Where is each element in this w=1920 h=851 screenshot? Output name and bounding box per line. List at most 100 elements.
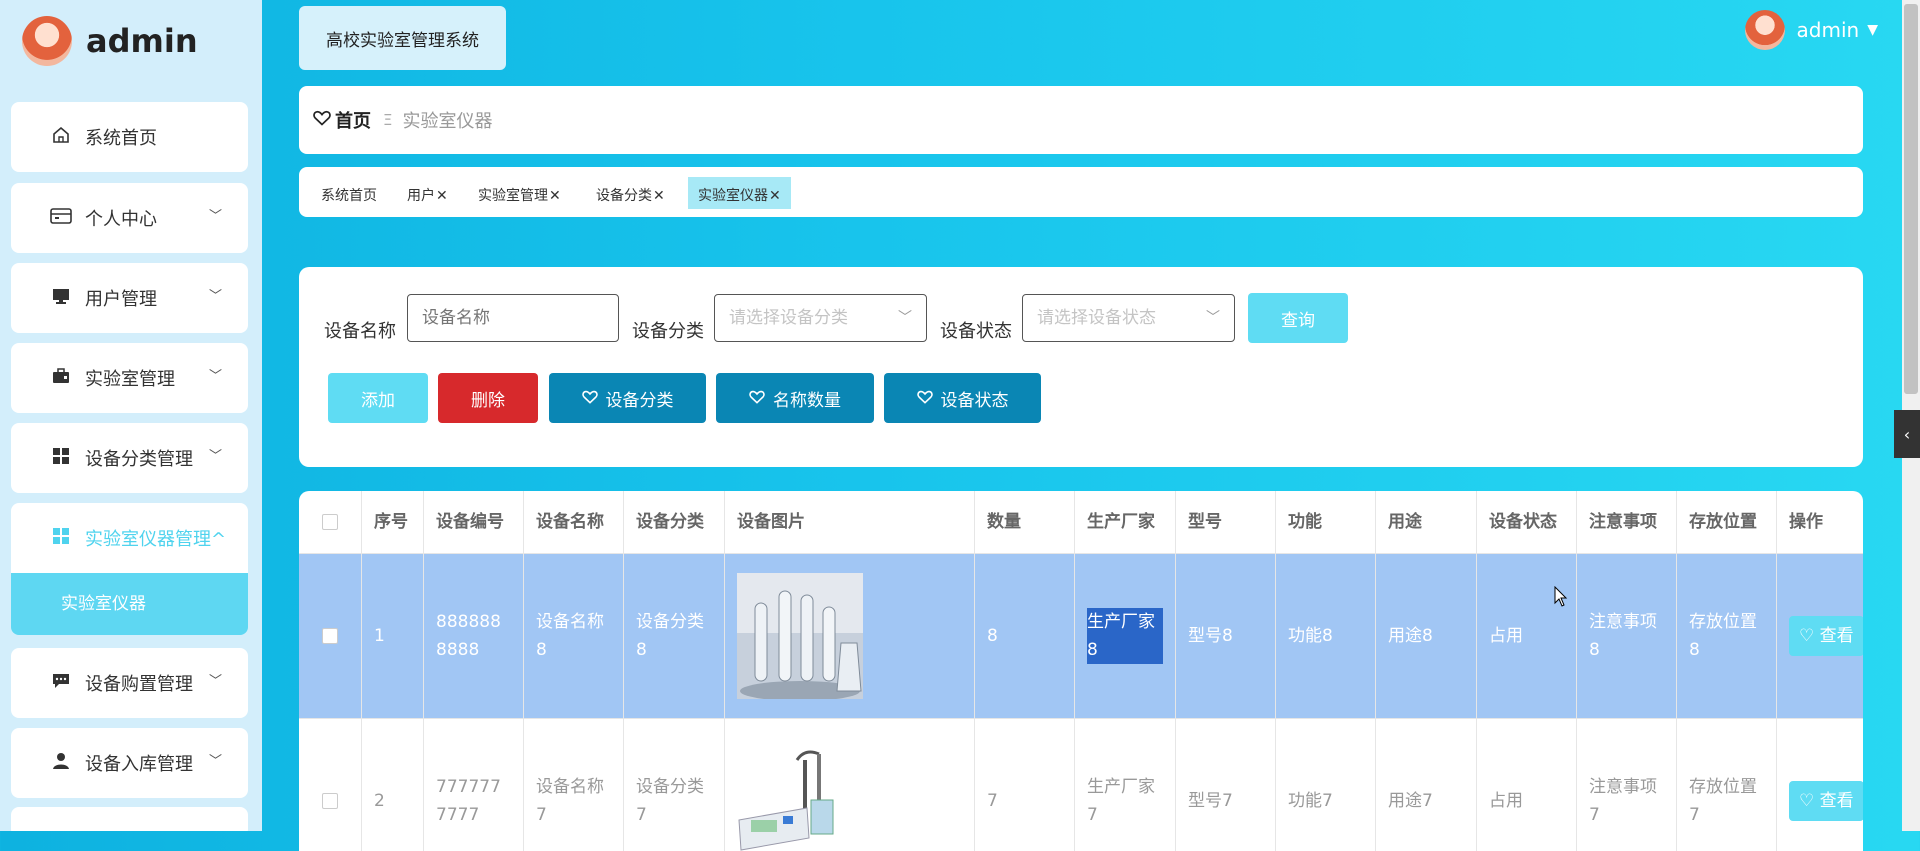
name-filter-input[interactable] — [407, 294, 619, 342]
column-header[interactable]: 存放位置 — [1677, 491, 1777, 554]
submenu-item-instruments[interactable]: 实验室仪器 — [11, 573, 248, 635]
menu-item-categories[interactable]: 设备分类管理 ﹀ — [11, 423, 248, 493]
user-menu[interactable]: admin ▼ — [1744, 10, 1878, 50]
table-header: 序号 设备编号 设备名称 设备分类 设备图片 数量 生产厂家 型号 功能 用途 … — [299, 491, 1863, 554]
menu-item-purchase[interactable]: 设备购置管理 ﹀ — [11, 648, 248, 718]
menu-item-instruments[interactable]: 实验室仪器管理^ — [11, 503, 248, 573]
query-button[interactable]: 查询 — [1248, 293, 1348, 343]
menu-item-stockin[interactable]: 设备入库管理 ﹀ — [11, 728, 248, 798]
monitor-icon — [49, 287, 73, 310]
column-header[interactable]: 设备名称 — [524, 491, 624, 554]
table-row[interactable]: 2 7777777777 设备名称7 设备分类7 7 生产厂家7 型号7 功能7 — [299, 719, 1863, 851]
breadcrumb-current: 实验室仪器 — [402, 111, 493, 132]
selected-text: 生产厂家8 — [1087, 607, 1163, 665]
view-button[interactable]: ♡ 查看 — [1789, 615, 1863, 657]
user-icon — [49, 752, 73, 775]
row-checkbox[interactable] — [322, 793, 338, 809]
chevron-down-icon: ﹀ — [208, 674, 222, 689]
chat-icon — [49, 672, 73, 695]
cell-notes: 注意事项7 — [1577, 719, 1677, 851]
close-icon[interactable]: ✕ — [653, 188, 665, 204]
tag-users[interactable]: 用户✕ — [407, 177, 448, 209]
close-icon[interactable]: ✕ — [549, 188, 561, 204]
menu-item-home[interactable]: 系统首页 — [11, 102, 248, 172]
breadcrumb-home[interactable]: 首页 — [313, 107, 371, 133]
scrollbar-thumb[interactable] — [1904, 4, 1918, 394]
cell-index: 1 — [362, 554, 424, 718]
row-checkbox[interactable] — [322, 628, 338, 644]
cell-code: 8888888888 — [424, 554, 524, 718]
tag-categories[interactable]: 设备分类✕ — [596, 177, 665, 209]
brand-name: admin — [86, 22, 198, 60]
cell-code: 7777777777 — [424, 719, 524, 851]
name-qty-stat-button[interactable]: 名称数量 — [716, 373, 874, 423]
view-button[interactable]: ♡ 查看 — [1789, 780, 1863, 822]
user-avatar — [1744, 10, 1785, 50]
column-header[interactable]: 型号 — [1176, 491, 1276, 554]
breadcrumb-home-label: 首页 — [335, 111, 371, 132]
cell-manufacturer: 生产厂家8 — [1075, 554, 1176, 718]
tag-home[interactable]: 系统首页 — [321, 177, 377, 209]
menu-item-users[interactable]: 用户管理 ﹀ — [11, 263, 248, 333]
table-row[interactable]: 1 8888888888 设备名称8 设备分类8 8 生产厂家8 型号8 功能8 — [299, 554, 1863, 719]
brand-avatar — [22, 16, 72, 66]
column-header[interactable]: 用途 — [1376, 491, 1477, 554]
cell-manufacturer: 生产厂家7 — [1075, 719, 1176, 851]
chevron-down-icon: ﹀ — [208, 369, 222, 384]
tag-labs[interactable]: 实验室管理✕ — [478, 177, 561, 209]
cell-quantity: 7 — [975, 719, 1075, 851]
column-header[interactable]: 注意事项 — [1577, 491, 1677, 554]
chevron-down-icon: ﹀ — [1206, 310, 1220, 326]
category-filter-label: 设备分类 — [632, 321, 704, 342]
close-icon[interactable]: ✕ — [769, 188, 781, 204]
status-filter-label: 设备状态 — [940, 321, 1012, 342]
column-header[interactable]: 设备图片 — [725, 491, 975, 554]
column-header[interactable]: 设备状态 — [1477, 491, 1577, 554]
ph-meter-image[interactable] — [737, 738, 863, 851]
menu-item-labs[interactable]: 实验室管理 ﹀ — [11, 343, 248, 413]
chevron-down-icon: ﹀ — [208, 449, 222, 464]
chevron-down-icon: ﹀ — [208, 754, 222, 769]
name-filter-label: 设备名称 — [324, 321, 396, 342]
view-button-label: 查看 — [1819, 790, 1854, 811]
status-stat-button[interactable]: 设备状态 — [884, 373, 1041, 423]
column-header[interactable]: 序号 — [362, 491, 424, 554]
filter-panel: 设备名称 设备分类 请选择设备分类 ﹀ 设备状态 请选择设备状态 ﹀ 查询 添加… — [299, 267, 1863, 467]
menu-item-profile[interactable]: 个人中心 ﹀ — [11, 183, 248, 253]
menu-item-partial[interactable] — [11, 807, 248, 831]
column-header[interactable]: 设备编号 — [424, 491, 524, 554]
column-header[interactable]: 数量 — [975, 491, 1075, 554]
tag-instruments[interactable]: 实验室仪器✕ — [688, 177, 791, 209]
tags-view: 系统首页 用户✕ 实验室管理✕ 设备分类✕ 实验室仪器✕ — [299, 167, 1863, 217]
column-header[interactable]: 设备分类 — [624, 491, 725, 554]
cell-actions: ♡ 查看 — [1777, 719, 1863, 851]
column-header[interactable]: 功能 — [1276, 491, 1376, 554]
cell-image — [725, 554, 975, 718]
menu-item-label: 设备分类管理 — [85, 449, 193, 470]
chevron-down-icon: ﹀ — [208, 209, 222, 224]
cell-quantity: 8 — [975, 554, 1075, 718]
column-header[interactable]: 生产厂家 — [1075, 491, 1176, 554]
category-stat-label: 设备分类 — [605, 390, 674, 411]
delete-button[interactable]: 删除 — [438, 373, 538, 423]
menu-item-label: 用户管理 — [85, 289, 157, 310]
home-icon — [49, 125, 73, 150]
tag-label: 实验室管理 — [478, 188, 548, 204]
category-select[interactable]: 请选择设备分类 ﹀ — [714, 294, 927, 342]
cell-location: 存放位置7 — [1677, 719, 1777, 851]
briefcase-icon — [49, 367, 73, 390]
chevron-left-icon[interactable]: ‹ — [1894, 410, 1920, 458]
category-stat-button[interactable]: 设备分类 — [549, 373, 706, 423]
status-stat-label: 设备状态 — [940, 390, 1009, 411]
close-icon[interactable]: ✕ — [436, 188, 448, 204]
add-button[interactable]: 添加 — [328, 373, 428, 423]
status-select[interactable]: 请选择设备状态 ﹀ — [1022, 294, 1235, 342]
test-tubes-image[interactable] — [737, 573, 863, 701]
cell-model: 型号8 — [1176, 554, 1276, 718]
menu-item-label: 实验室仪器管理^ — [85, 529, 227, 550]
cell-name: 设备名称8 — [524, 554, 624, 718]
breadcrumb: 首页 Ξ 实验室仪器 — [299, 86, 1863, 154]
tag-label: 用户 — [407, 188, 435, 204]
select-all-checkbox[interactable] — [322, 514, 338, 530]
heart-icon — [581, 389, 598, 408]
